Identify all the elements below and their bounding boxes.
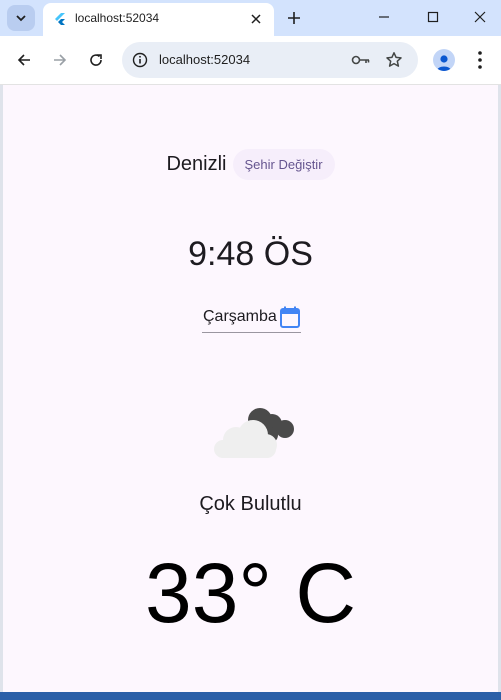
- city-name: Denizli: [166, 153, 227, 175]
- chevron-down-icon: [16, 15, 26, 22]
- browser-toolbar: localhost:52034: [0, 36, 501, 85]
- new-tab-button[interactable]: [284, 8, 304, 28]
- arrow-left-icon: [17, 54, 30, 66]
- tab-close-button[interactable]: [248, 11, 264, 27]
- reload-icon: [90, 54, 102, 66]
- minimize-button[interactable]: [372, 6, 396, 28]
- weather-page: Denizli Şehir Değiştir 9:48 ÖS Çarşamba …: [3, 85, 498, 692]
- change-city-button[interactable]: Şehir Değiştir: [232, 149, 335, 180]
- flutter-icon: [55, 13, 65, 25]
- cloud-icon: [214, 408, 294, 458]
- taskbar-strip: [0, 692, 501, 700]
- temperature: 33° C: [144, 546, 357, 640]
- window-close-button[interactable]: [468, 6, 492, 28]
- maximize-icon: [427, 11, 439, 23]
- city-header: Denizli Şehir Değiştir: [3, 149, 498, 180]
- info-icon[interactable]: [132, 52, 148, 68]
- calendar-icon[interactable]: [279, 305, 301, 329]
- url-text[interactable]: localhost:52034: [159, 52, 250, 67]
- close-icon: [251, 14, 261, 24]
- day-picker[interactable]: Çarşamba: [202, 302, 301, 333]
- weather-condition: Çok Bulutlu: [199, 493, 302, 515]
- reload-button[interactable]: [84, 48, 108, 72]
- current-time: 9:48 ÖS: [188, 235, 313, 273]
- forward-button[interactable]: [48, 48, 72, 72]
- key-icon[interactable]: [351, 52, 371, 68]
- tab-strip: localhost:52034: [0, 0, 501, 36]
- address-bar[interactable]: localhost:52034: [122, 42, 418, 78]
- star-icon[interactable]: [385, 51, 403, 69]
- person-icon: [437, 55, 451, 71]
- maximize-button[interactable]: [421, 6, 445, 28]
- browser-tab[interactable]: localhost:52034: [43, 3, 274, 36]
- plus-icon: [288, 12, 300, 24]
- minimize-icon: [379, 16, 389, 18]
- tab-search-button[interactable]: [7, 5, 35, 31]
- arrow-right-icon: [54, 54, 67, 66]
- more-vert-icon[interactable]: [470, 49, 490, 71]
- back-button[interactable]: [12, 48, 36, 72]
- day-label: Çarşamba: [203, 308, 277, 325]
- close-icon: [474, 11, 486, 23]
- tab-title: localhost:52034: [75, 11, 160, 25]
- profile-button[interactable]: [433, 49, 455, 71]
